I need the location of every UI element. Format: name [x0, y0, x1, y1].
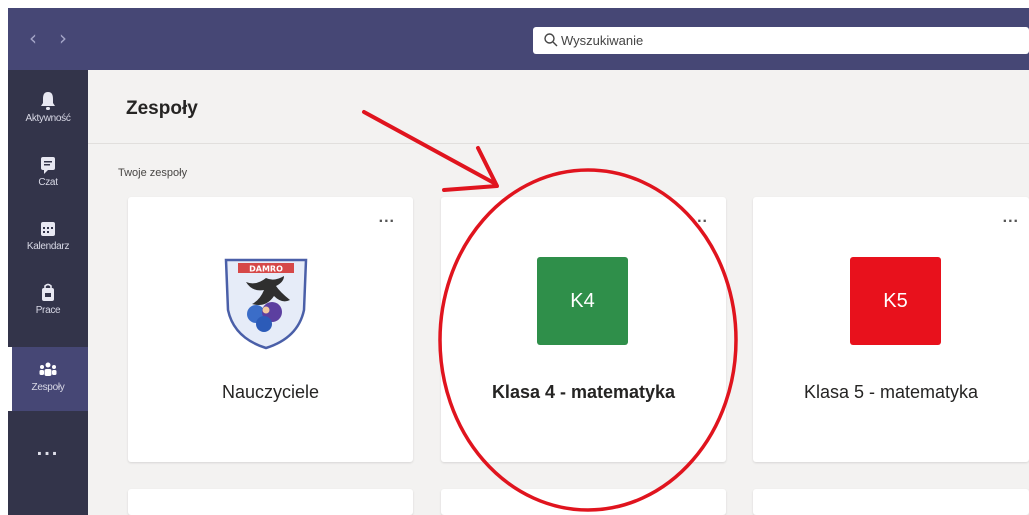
team-avatar: K5 — [850, 257, 941, 345]
title-bar: ‹ › Wyszukiwanie — [8, 8, 1029, 70]
rail-item-assignments[interactable]: Prace — [8, 270, 88, 334]
team-card-klasa-5[interactable]: ... K5 Klasa 5 - matematyka — [753, 197, 1029, 462]
rail-item-label: Aktywność — [25, 113, 71, 124]
team-card[interactable] — [128, 489, 413, 515]
content-header: Zespoły — [88, 70, 1029, 144]
team-card-klasa-4[interactable]: ... K4 Klasa 4 - matematyka — [441, 197, 726, 462]
assignments-icon — [42, 283, 54, 301]
chat-icon — [41, 157, 55, 174]
calendar-icon — [41, 222, 55, 236]
search-icon — [544, 33, 558, 47]
rail-item-label: Prace — [35, 305, 61, 316]
more-options-icon[interactable]: ... — [379, 209, 395, 227]
team-card[interactable] — [441, 489, 726, 515]
section-label: Twoje zespoły — [118, 167, 188, 179]
rail-item-activity[interactable]: Aktywność — [8, 78, 88, 142]
team-name: Nauczyciele — [221, 382, 320, 402]
more-options-icon[interactable]: ... — [692, 209, 708, 227]
app-rail: Aktywność Czat Kalendarz Prace Zespoły .… — [8, 70, 88, 515]
team-card[interactable] — [753, 489, 1029, 515]
rail-item-label: Zespoły — [31, 382, 65, 393]
team-avatar: K4 — [537, 257, 628, 345]
more-options-icon[interactable]: ... — [1003, 209, 1019, 227]
rail-item-calendar[interactable]: Kalendarz — [8, 206, 88, 270]
teams-icon — [39, 362, 57, 376]
rail-item-label: Kalendarz — [26, 241, 70, 252]
team-name: Klasa 5 - matematyka — [803, 382, 979, 402]
rail-item-chat[interactable]: Czat — [8, 142, 88, 206]
team-name: Klasa 4 - matematyka — [491, 382, 676, 402]
logo-text: DAMRO — [249, 265, 283, 274]
rail-item-teams[interactable]: Zespoły — [8, 347, 88, 411]
search-placeholder: Wyszukiwanie — [561, 33, 644, 48]
search-input[interactable]: Wyszukiwanie — [533, 27, 1029, 54]
more-apps-icon[interactable]: ... — [8, 438, 88, 461]
rail-item-label: Czat — [38, 177, 58, 188]
forward-arrow-icon[interactable]: › — [52, 25, 74, 51]
bell-icon — [41, 92, 55, 110]
page-title: Zespoły — [126, 98, 198, 119]
team-card-nauczyciele[interactable]: ... DAMRO Nauczyciele — [128, 197, 413, 462]
back-arrow-icon[interactable]: ‹ — [22, 25, 44, 51]
school-logo-icon: DAMRO — [224, 258, 308, 350]
